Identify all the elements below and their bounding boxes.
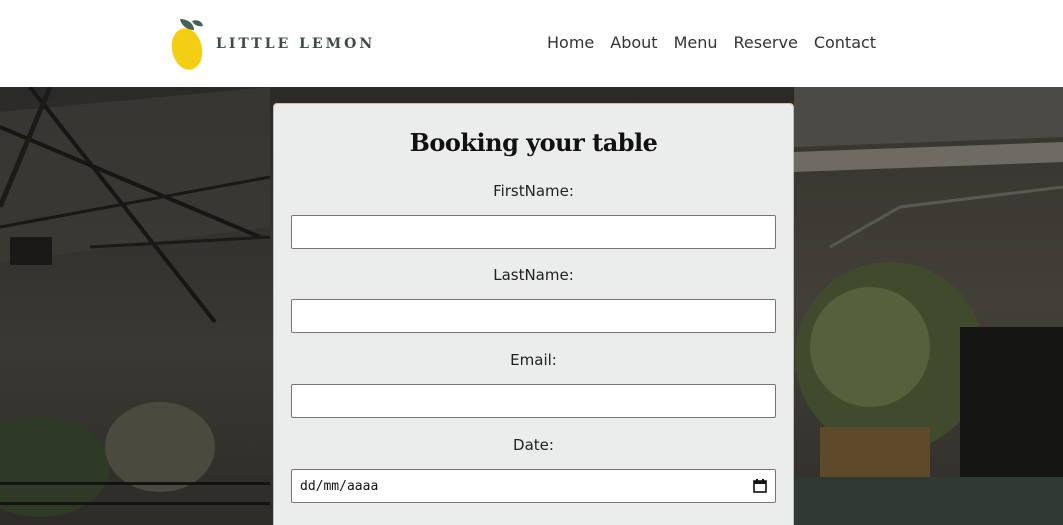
date-label: Date:: [513, 436, 554, 454]
lemon-icon: [171, 19, 203, 70]
booking-form: Booking your table FirstName: LastName: …: [273, 103, 794, 525]
logo[interactable]: LITTLE LEMON: [170, 15, 375, 72]
first-name-input[interactable]: [291, 215, 776, 249]
nav-home-link[interactable]: Home: [547, 33, 594, 53]
nav-reserve-link[interactable]: Reserve: [734, 33, 798, 53]
nav-about-link[interactable]: About: [610, 33, 657, 53]
last-name-input[interactable]: [291, 299, 776, 333]
last-name-label: LastName:: [493, 266, 574, 284]
main-nav: Home About Menu Reserve Contact: [547, 33, 876, 53]
email-label: Email:: [510, 351, 557, 369]
first-name-label: FirstName:: [493, 182, 574, 200]
brand-name: LITTLE LEMON: [216, 35, 376, 52]
date-placeholder: dd/mm/aaaa: [300, 478, 379, 494]
calendar-icon[interactable]: [753, 479, 767, 493]
nav-menu-link[interactable]: Menu: [674, 33, 718, 53]
date-input[interactable]: dd/mm/aaaa: [291, 469, 776, 503]
form-title: Booking your table: [409, 128, 658, 157]
nav-contact-link[interactable]: Contact: [814, 33, 876, 53]
site-header: LITTLE LEMON Home About Menu Reserve Con…: [0, 0, 1063, 87]
email-input[interactable]: [291, 384, 776, 418]
